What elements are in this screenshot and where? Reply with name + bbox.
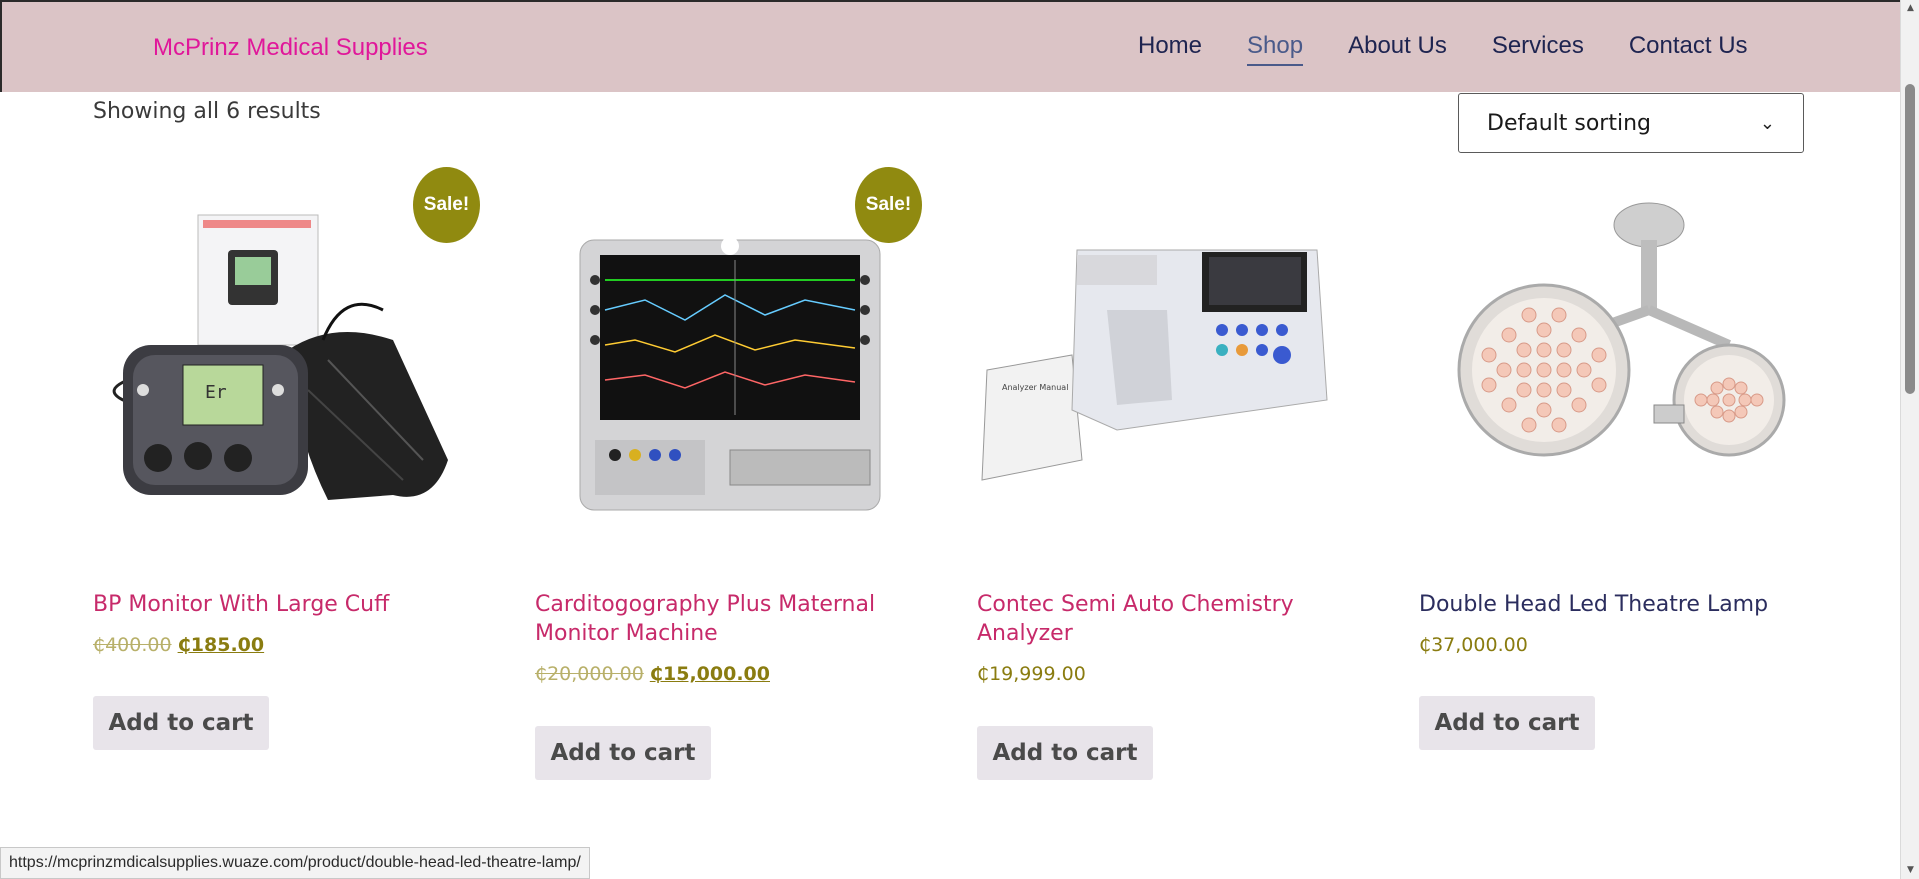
- product-image-ctg-monitor[interactable]: Sale!: [535, 160, 935, 570]
- old-price: ₵20,000.00: [535, 663, 644, 685]
- add-to-cart-button[interactable]: Add to cart: [535, 726, 711, 780]
- add-to-cart-button[interactable]: Add to cart: [1419, 696, 1595, 750]
- scroll-up-arrow-icon[interactable]: ▲: [1901, 0, 1919, 17]
- product-card: Er Sale! BP Monitor With Large Cuff ₵400…: [93, 160, 493, 790]
- shop-page: McPrinz Medical Supplies Home Shop About…: [0, 0, 1919, 879]
- sale-badge: Sale!: [855, 167, 922, 243]
- scroll-down-arrow-icon[interactable]: ▼: [1901, 862, 1919, 879]
- product-price: ₵37,000.00: [1419, 634, 1528, 656]
- chemistry-analyzer-image: Analyzer Manual: [981, 249, 1328, 481]
- nav-services[interactable]: Services: [1492, 32, 1584, 60]
- nav-contact-us[interactable]: Contact Us: [1629, 32, 1748, 60]
- nav-about-us[interactable]: About Us: [1348, 32, 1447, 60]
- scrollbar-thumb[interactable]: [1905, 84, 1915, 394]
- chevron-down-icon: ⌄: [1759, 112, 1775, 134]
- svg-text:Analyzer Manual: Analyzer Manual: [1002, 383, 1068, 392]
- sale-badge: Sale!: [413, 167, 480, 243]
- sort-select-value: Default sorting: [1487, 110, 1651, 136]
- product-price: ₵19,999.00: [977, 663, 1086, 685]
- sale-price: ₵185.00: [177, 634, 265, 656]
- add-to-cart-button[interactable]: Add to cart: [93, 696, 269, 750]
- product-card: Double Head Led Theatre Lamp ₵37,000.00 …: [1419, 160, 1819, 790]
- product-price: ₵20,000.00 ₵15,000.00: [535, 663, 770, 685]
- status-bar-url: https://mcprinzmdicalsupplies.wuaze.com/…: [0, 847, 590, 879]
- add-to-cart-button[interactable]: Add to cart: [977, 726, 1153, 780]
- theatre-lamp-image: [1457, 202, 1786, 457]
- product-title-link[interactable]: Double Head Led Theatre Lamp: [1419, 590, 1814, 619]
- product-card: Sale! Carditogography Plus Maternal Moni…: [535, 160, 935, 790]
- page-scrollbar[interactable]: ▲ ▼: [1900, 0, 1919, 879]
- old-price: ₵400.00: [93, 634, 172, 656]
- svg-text:Er: Er: [205, 382, 227, 403]
- main-nav: Home Shop About Us Services Contact Us: [1138, 32, 1793, 66]
- product-title-link[interactable]: BP Monitor With Large Cuff: [93, 590, 488, 619]
- nav-shop[interactable]: Shop: [1247, 32, 1304, 66]
- site-brand-link[interactable]: McPrinz Medical Supplies: [153, 34, 428, 62]
- product-image-bp-monitor[interactable]: Er Sale!: [93, 160, 493, 570]
- nav-home[interactable]: Home: [1138, 32, 1202, 60]
- sale-price: ₵15,000.00: [649, 663, 770, 685]
- site-header: McPrinz Medical Supplies Home Shop About…: [0, 0, 1900, 92]
- product-card: Analyzer Manual Contec Semi Auto Chemist…: [977, 160, 1377, 790]
- product-image-theatre-lamp[interactable]: [1419, 160, 1819, 570]
- product-title-link[interactable]: Contec Semi Auto Chemistry Analyzer: [977, 590, 1372, 648]
- sort-select[interactable]: Default sorting ⌄: [1458, 93, 1804, 153]
- product-image-chemistry-analyzer[interactable]: Analyzer Manual: [977, 160, 1377, 570]
- product-title-link[interactable]: Carditogography Plus Maternal Monitor Ma…: [535, 590, 930, 648]
- result-count: Showing all 6 results: [93, 99, 321, 124]
- product-price: ₵400.00 ₵185.00: [93, 634, 264, 656]
